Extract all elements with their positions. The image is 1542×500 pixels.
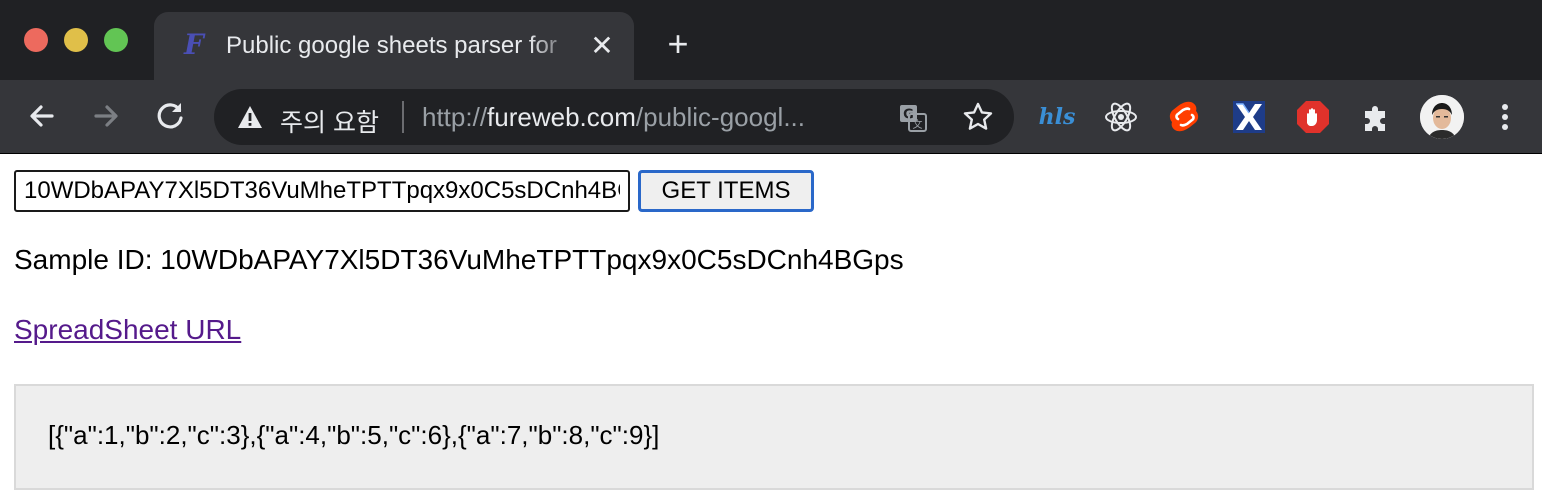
- hls-extension-icon[interactable]: hls: [1038, 98, 1076, 136]
- result-json: [{"a":1,"b":2,"c":3},{"a":4,"b":5,"c":6}…: [48, 420, 660, 450]
- svg-text:文: 文: [913, 118, 923, 131]
- url-scheme: http://: [422, 102, 488, 132]
- bookmark-star-icon[interactable]: [962, 101, 994, 133]
- tab-title: Public google sheets parser for: [226, 32, 557, 59]
- x-extension-icon[interactable]: [1230, 98, 1268, 136]
- forward-arrow-icon[interactable]: [86, 96, 126, 136]
- tab-close-icon[interactable]: ✕: [588, 32, 616, 60]
- react-devtools-icon[interactable]: [1102, 98, 1140, 136]
- window-close-button[interactable]: [24, 28, 48, 52]
- get-items-button[interactable]: GET ITEMS: [638, 170, 814, 212]
- profile-avatar[interactable]: [1420, 95, 1464, 139]
- url-text[interactable]: http://fureweb.com/public-googl...: [422, 102, 880, 133]
- adblock-stop-icon[interactable]: [1294, 98, 1332, 136]
- window-maximize-button[interactable]: [104, 28, 128, 52]
- result-box: [{"a":1,"b":2,"c":3},{"a":4,"b":5,"c":6}…: [14, 384, 1534, 490]
- new-tab-icon[interactable]: +: [660, 26, 696, 62]
- warning-icon[interactable]: [236, 103, 264, 131]
- url-host: fureweb.com: [487, 102, 636, 132]
- kebab-menu-icon[interactable]: [1490, 98, 1520, 136]
- translate-icon[interactable]: G文: [898, 103, 928, 133]
- back-arrow-icon[interactable]: [22, 96, 62, 136]
- sheet-id-input[interactable]: [14, 170, 630, 212]
- browser-tab[interactable]: F Public google sheets parser for ✕: [154, 12, 634, 80]
- reload-icon[interactable]: [150, 96, 190, 136]
- address-bar[interactable]: 주의 요함 http://fureweb.com/public-googl...…: [214, 89, 1014, 145]
- spreadsheet-url-link[interactable]: SpreadSheet URL: [14, 314, 241, 346]
- window-minimize-button[interactable]: [64, 28, 88, 52]
- security-warning-text[interactable]: 주의 요함: [280, 103, 379, 139]
- sample-id-text: Sample ID: 10WDbAPAY7Xl5DT36VuMheTPTTpqx…: [14, 244, 904, 275]
- svelte-devtools-icon[interactable]: [1166, 98, 1204, 136]
- address-divider: [402, 101, 404, 133]
- favicon-icon: F: [184, 28, 204, 61]
- extensions-puzzle-icon[interactable]: [1358, 98, 1396, 136]
- browser-toolbar: 주의 요함 http://fureweb.com/public-googl...…: [0, 80, 1542, 154]
- url-path: /public-googl...: [635, 102, 805, 132]
- tab-strip: F Public google sheets parser for ✕ +: [0, 0, 1542, 80]
